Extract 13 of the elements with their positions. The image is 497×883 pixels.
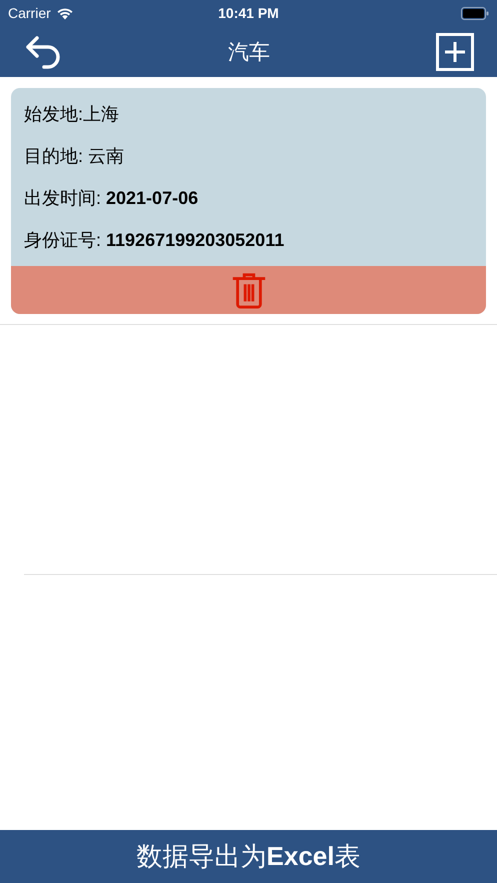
add-button[interactable] xyxy=(434,32,474,72)
status-time: 10:41 PM xyxy=(218,5,279,21)
record-field: 始发地:上海 xyxy=(24,93,473,135)
wifi-icon xyxy=(56,6,74,20)
carrier-name: Carrier xyxy=(8,5,51,21)
plus-square-icon xyxy=(436,32,474,70)
record-field: 出发时间: 2021-07-06 xyxy=(24,177,473,219)
record-field: 目的地: 云南 xyxy=(24,135,473,177)
export-button[interactable]: 数据导出为Excel表 xyxy=(0,830,497,883)
undo-arrow-icon xyxy=(24,34,62,68)
record-field: 身份证号: 119267199203052011 xyxy=(24,219,473,261)
battery-icon xyxy=(460,6,489,20)
screen-title: 汽车 xyxy=(228,40,270,66)
